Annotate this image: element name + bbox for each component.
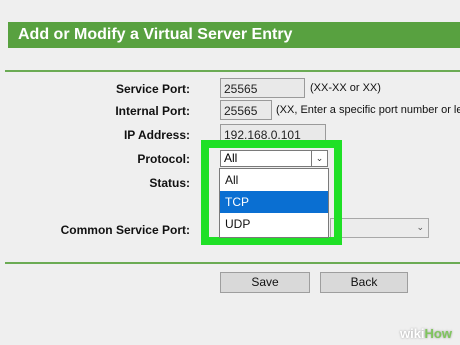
protocol-option-tcp[interactable]: TCP [220,191,328,213]
internal-port-label: Internal Port: [115,104,190,118]
page-header: Add or Modify a Virtual Server Entry [8,22,460,48]
protocol-selected-value: All [224,151,238,165]
protocol-option-all[interactable]: All [220,169,328,191]
service-port-hint: (XX-XX or XX) [310,82,381,94]
protocol-select[interactable]: All ⌄ [220,150,328,167]
service-port-input[interactable]: 25565 [220,78,305,98]
chevron-down-icon: ⌄ [311,151,327,166]
protocol-label: Protocol: [137,152,190,166]
protocol-dropdown: All TCP UDP [219,168,329,238]
ip-address-label: IP Address: [123,128,190,142]
logo-how-text: How [424,326,452,341]
chevron-down-icon: ⌄ [416,222,424,232]
bottom-divider [5,262,460,264]
common-service-port-label: Common Service Port: [60,223,190,237]
page-title: Add or Modify a Virtual Server Entry [18,26,293,43]
wikihow-logo: wikiHow [400,326,452,341]
common-service-port-select[interactable]: ⌄ [330,218,429,238]
save-button[interactable]: Save [220,272,310,293]
logo-wiki-text: wiki [399,326,425,341]
status-label: Status: [149,176,190,190]
top-divider [5,70,460,72]
service-port-label: Service Port: [115,82,190,96]
internal-port-hint: (XX, Enter a specific port number or le [276,104,460,116]
internal-port-input[interactable]: 25565 [220,100,272,120]
back-button[interactable]: Back [320,272,408,293]
protocol-option-udp[interactable]: UDP [220,213,328,235]
